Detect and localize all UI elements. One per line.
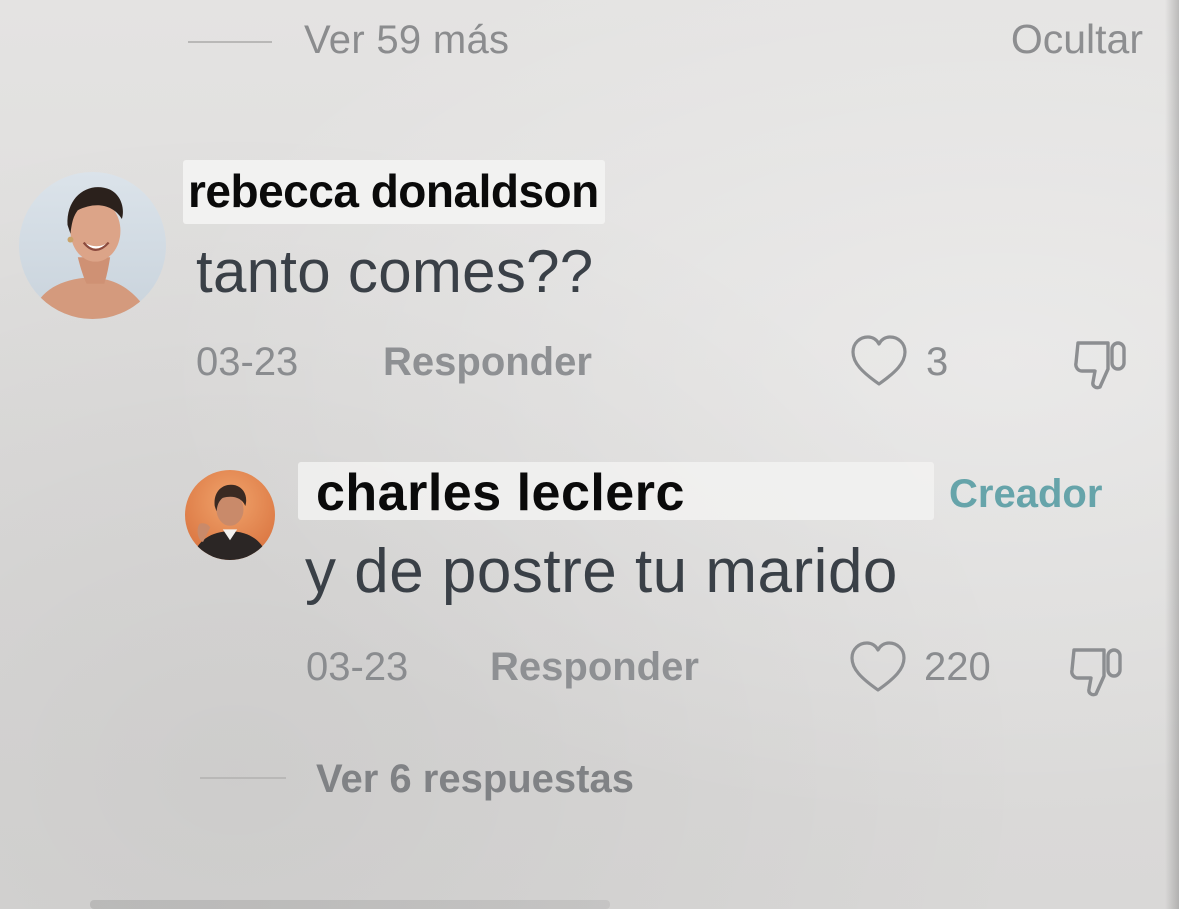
like-button[interactable] (847, 638, 909, 696)
screen-edge-shadow (1165, 0, 1179, 909)
comment-text: tanto comes?? (196, 238, 594, 305)
user-avatar-photo-icon (185, 470, 275, 560)
view-replies-link[interactable]: Ver 6 respuestas (316, 757, 634, 802)
like-button[interactable] (848, 332, 910, 390)
reply-button[interactable]: Responder (383, 340, 592, 385)
dislike-button[interactable] (1068, 331, 1134, 395)
reply-button[interactable]: Responder (490, 645, 699, 690)
thumbs-down-outline-icon (1070, 648, 1122, 697)
like-count: 220 (924, 645, 991, 689)
comment-text: y de postre tu marido (305, 537, 898, 606)
see-more-comments-link[interactable]: Ver 59 más (304, 18, 509, 63)
heart-outline-icon (851, 335, 907, 386)
comments-screen: Ver 59 más Ocultar rebecca donaldson tan… (0, 0, 1179, 909)
comment-date: 03-23 (196, 340, 299, 384)
dislike-button[interactable] (1064, 638, 1130, 702)
comment-date: 03-23 (306, 645, 409, 689)
creator-badge: Creador (949, 472, 1103, 516)
like-count: 3 (926, 340, 949, 384)
heart-outline-icon (850, 641, 906, 692)
hide-comments-link[interactable]: Ocultar (1011, 16, 1143, 63)
divider-line (188, 41, 272, 43)
comment-author-name[interactable]: charles leclerc (298, 462, 934, 522)
divider-line (200, 777, 286, 779)
next-comment-peek (90, 900, 610, 909)
comment-author-name[interactable]: rebecca donaldson (183, 160, 605, 224)
thumbs-down-outline-icon (1074, 341, 1126, 390)
user-avatar-photo-icon (19, 172, 166, 319)
avatar[interactable] (19, 172, 166, 319)
avatar[interactable] (185, 470, 275, 560)
